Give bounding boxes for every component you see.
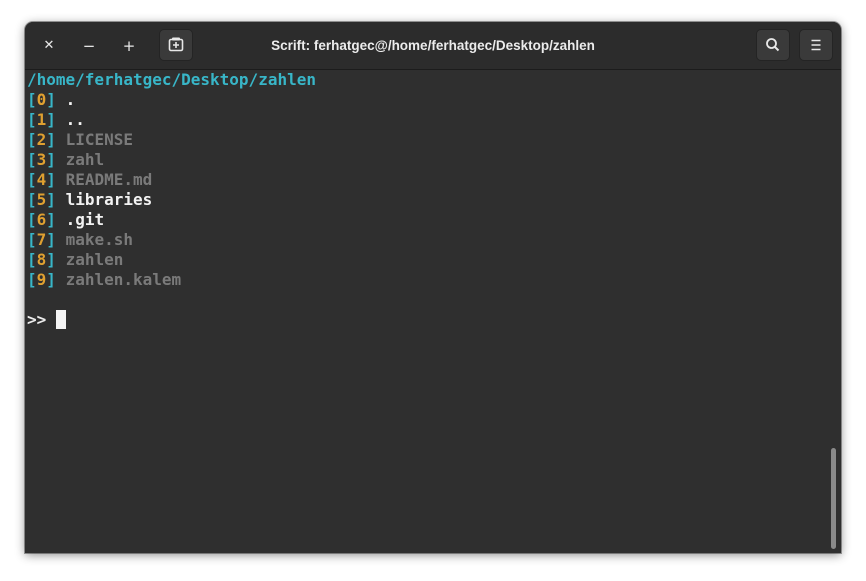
search-button[interactable]	[756, 29, 790, 61]
new-tab-button[interactable]	[159, 29, 193, 61]
index-open-bracket: [	[27, 110, 37, 129]
index-close-bracket: ]	[46, 210, 56, 229]
maximize-window-button[interactable]: +	[118, 35, 140, 57]
index-close-bracket: ]	[46, 90, 56, 109]
list-item: [3] zahl	[27, 150, 104, 170]
index-open-bracket: [	[27, 170, 37, 189]
index-open-bracket: [	[27, 250, 37, 269]
entry-name: LICENSE	[65, 130, 133, 149]
terminal-output[interactable]: /home/ferhatgec/Desktop/zahlen [0] . [1] …	[27, 69, 827, 553]
terminal-window: ✕ − + Scrift: ferhatgec@/home/ferhatgec/…	[25, 22, 841, 553]
index-open-bracket: [	[27, 130, 37, 149]
index-open-bracket: [	[27, 90, 37, 109]
entry-name: .git	[65, 210, 105, 229]
index-close-bracket: ]	[46, 170, 56, 189]
index-close-bracket: ]	[46, 270, 56, 289]
index-open-bracket: [	[27, 150, 37, 169]
entry-name: .	[65, 90, 76, 109]
scrollbar-thumb[interactable]	[831, 448, 836, 549]
entry-index: 1	[36, 110, 47, 129]
search-icon	[766, 38, 780, 52]
list-item: [0] .	[27, 90, 75, 110]
index-open-bracket: [	[27, 230, 37, 249]
list-item: [8] zahlen	[27, 250, 123, 270]
list-item: [9] zahlen.kalem	[27, 270, 181, 290]
list-item: [1] ..	[27, 110, 85, 130]
text-cursor	[56, 310, 67, 329]
entry-index: 8	[36, 250, 47, 269]
entry-index: 5	[36, 190, 47, 209]
prompt-symbol: >>	[27, 310, 47, 329]
index-close-bracket: ]	[46, 230, 56, 249]
list-item: [5] libraries	[27, 190, 152, 210]
minimize-window-button[interactable]: −	[78, 35, 100, 57]
hamburger-menu-icon	[811, 39, 821, 51]
index-close-bracket: ]	[46, 250, 56, 269]
list-item: [4] README.md	[27, 170, 152, 190]
close-window-button[interactable]: ✕	[38, 35, 60, 57]
entry-name: README.md	[65, 170, 153, 189]
entry-index: 0	[36, 90, 47, 109]
prompt-line[interactable]: >>	[27, 310, 67, 330]
entry-name: make.sh	[65, 230, 133, 249]
list-item: [7] make.sh	[27, 230, 133, 250]
entry-name: zahl	[65, 150, 105, 169]
list-item: [2] LICENSE	[27, 130, 133, 150]
entry-index: 3	[36, 150, 47, 169]
entry-index: 9	[36, 270, 47, 289]
index-open-bracket: [	[27, 210, 37, 229]
current-directory: /home/ferhatgec/Desktop/zahlen	[27, 70, 316, 89]
index-close-bracket: ]	[46, 130, 56, 149]
index-close-bracket: ]	[46, 150, 56, 169]
entry-name: ..	[65, 110, 85, 129]
list-item: [6] .git	[27, 210, 104, 230]
entry-index: 4	[36, 170, 47, 189]
index-open-bracket: [	[27, 190, 37, 209]
index-close-bracket: ]	[46, 190, 56, 209]
entry-name: zahlen	[65, 250, 124, 269]
entry-index: 6	[36, 210, 47, 229]
entry-name: zahlen.kalem	[65, 270, 182, 289]
main-menu-button[interactable]	[799, 29, 833, 61]
header-bar: ✕ − + Scrift: ferhatgec@/home/ferhatgec/…	[25, 22, 841, 70]
index-open-bracket: [	[27, 270, 37, 289]
entry-index: 2	[36, 130, 47, 149]
window-title: Scrift: ferhatgec@/home/ferhatgec/Deskto…	[271, 38, 595, 53]
new-tab-icon	[168, 37, 184, 52]
index-close-bracket: ]	[46, 110, 56, 129]
entry-name: libraries	[65, 190, 153, 209]
entry-index: 7	[36, 230, 47, 249]
